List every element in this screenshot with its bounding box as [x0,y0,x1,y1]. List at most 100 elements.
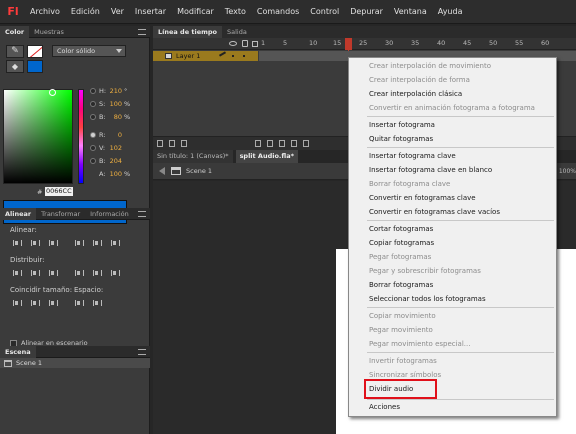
hue-value[interactable]: 210 [108,87,122,95]
menu-item-cut-frames[interactable]: Cortar fotogramas [369,225,433,233]
distribute-left-icon[interactable] [74,268,84,278]
menu-ventana[interactable]: Ventana [394,7,427,16]
panel-menu-icon[interactable] [138,211,146,217]
menu-item-sync-symbols[interactable]: Sincronizar símbolos [369,371,441,379]
distribute-bottom-icon[interactable] [48,268,58,278]
space-vertical-icon[interactable] [74,298,84,308]
new-layer-icon[interactable] [157,140,163,147]
panel-menu-icon[interactable] [138,349,146,355]
blue-radio[interactable] [90,158,96,164]
color-picker-field[interactable] [3,89,73,184]
menu-item-create-motion-tween[interactable]: Crear interpolación de movimiento [369,62,491,70]
match-height-icon[interactable] [30,298,40,308]
align-bottom-icon[interactable] [110,238,120,248]
panel-menu-icon[interactable] [138,29,146,35]
green-value[interactable]: 102 [108,144,122,152]
hex-input[interactable]: 0066CC [45,187,73,196]
red-value[interactable]: 0 [108,131,122,139]
menu-item-paste-frames[interactable]: Pegar fotogramas [369,253,431,261]
space-horizontal-icon[interactable] [92,298,102,308]
go-first-icon[interactable] [255,140,261,147]
fill-color-swatch[interactable] [27,60,43,73]
menu-item-copy-motion[interactable]: Copiar movimiento [369,312,436,320]
go-last-icon[interactable] [303,140,309,147]
new-folder-icon[interactable] [169,140,175,147]
brightness-radio[interactable] [90,114,96,120]
saturation-radio[interactable] [90,101,96,107]
red-radio[interactable] [90,132,96,138]
menu-item-convert-to-keyframes[interactable]: Convertir en fotogramas clave [369,194,476,202]
menu-item-paste-motion-special[interactable]: Pegar movimiento especial... [369,340,470,348]
tab-color[interactable]: Color [0,25,30,38]
align-left-icon[interactable] [12,238,22,248]
step-back-icon[interactable] [267,140,273,147]
tab-document-canvas[interactable]: Sin título: 1 (Canvas)* [153,150,233,163]
menu-item-clear-keyframe[interactable]: Borrar fotograma clave [369,180,450,188]
menu-modificar[interactable]: Modificar [177,7,214,16]
menu-texto[interactable]: Texto [225,7,246,16]
tab-alinear[interactable]: Alinear [0,207,37,220]
hue-radio[interactable] [90,88,96,94]
tab-informacion[interactable]: Información [85,208,134,220]
menu-item-convert-frame-by-frame[interactable]: Convertir en animación fotograma a fotog… [369,104,535,112]
menu-ayuda[interactable]: Ayuda [438,7,463,16]
menu-item-create-shape-tween[interactable]: Crear interpolación de forma [369,76,470,84]
menu-item-paste-overwrite-frames[interactable]: Pegar y sobrescribir fotogramas [369,267,481,275]
menu-item-insert-frame[interactable]: Insertar fotograma [369,121,435,129]
tab-salida[interactable]: Salida [222,26,252,38]
menu-insertar[interactable]: Insertar [135,7,166,16]
match-both-icon[interactable] [48,298,58,308]
menu-item-insert-keyframe[interactable]: Insertar fotograma clave [369,152,456,160]
menu-item-paste-motion[interactable]: Pegar movimiento [369,326,433,334]
menu-item-convert-to-blank-keyframes[interactable]: Convertir en fotogramas clave vacíos [369,208,500,216]
menu-item-copy-frames[interactable]: Copiar fotogramas [369,239,434,247]
layer-name-cell[interactable]: Layer 1 [153,51,258,61]
menu-ver[interactable]: Ver [111,7,124,16]
tab-document-split-audio[interactable]: split Audio.fla* [235,150,298,163]
menu-item-reverse-frames[interactable]: Invertir fotogramas [369,357,437,365]
match-width-icon[interactable] [12,298,22,308]
fill-bucket-icon[interactable]: ◆ [6,60,24,73]
align-right-icon[interactable] [48,238,58,248]
menu-item-actions[interactable]: Acciones [369,403,400,411]
play-icon[interactable] [279,140,285,147]
brightness-value[interactable]: 80 [108,113,122,121]
stroke-color-swatch[interactable] [27,45,43,58]
eye-icon[interactable] [229,41,237,46]
color-picker-cursor[interactable] [49,89,56,96]
distribute-top-icon[interactable] [12,268,22,278]
menu-item-insert-blank-keyframe[interactable]: Insertar fotograma clave en blanco [369,166,492,174]
menu-depurar[interactable]: Depurar [350,7,383,16]
lock-dot[interactable] [243,55,245,57]
menu-item-remove-frames[interactable]: Quitar fotogramas [369,135,433,143]
playhead[interactable] [345,38,352,50]
stroke-tool-icon[interactable]: ✎ [6,45,24,58]
menu-item-create-classic-tween[interactable]: Crear interpolación clásica [369,90,462,98]
tab-timeline[interactable]: Línea de tiempo [153,26,223,38]
blue-value[interactable]: 204 [108,157,122,165]
tab-muestras[interactable]: Muestras [29,26,69,38]
zoom-level[interactable]: 100% [559,168,576,175]
menu-comandos[interactable]: Comandos [257,7,299,16]
scene-list-item[interactable]: Scene 1 [0,358,150,368]
visibility-dot[interactable] [232,55,234,57]
hue-slider[interactable] [78,89,84,184]
distribute-center-h-icon[interactable] [92,268,102,278]
back-arrow-icon[interactable] [159,167,165,175]
outline-icon[interactable] [252,41,258,47]
align-top-icon[interactable] [74,238,84,248]
menu-control[interactable]: Control [310,7,339,16]
color-type-select[interactable]: Color sólido [52,45,126,57]
align-center-h-icon[interactable] [30,238,40,248]
breadcrumb-scene[interactable]: Scene 1 [186,167,212,175]
tab-transformar[interactable]: Transformar [36,208,85,220]
distribute-center-v-icon[interactable] [30,268,40,278]
menu-archivo[interactable]: Archivo [30,7,60,16]
alpha-value[interactable]: 100 [108,170,122,178]
saturation-value[interactable]: 100 [108,100,122,108]
tab-escena[interactable]: Escena [0,345,36,358]
menu-edicion[interactable]: Edición [71,7,100,16]
distribute-right-icon[interactable] [110,268,120,278]
align-center-v-icon[interactable] [92,238,102,248]
menu-item-clear-frames[interactable]: Borrar fotogramas [369,281,433,289]
